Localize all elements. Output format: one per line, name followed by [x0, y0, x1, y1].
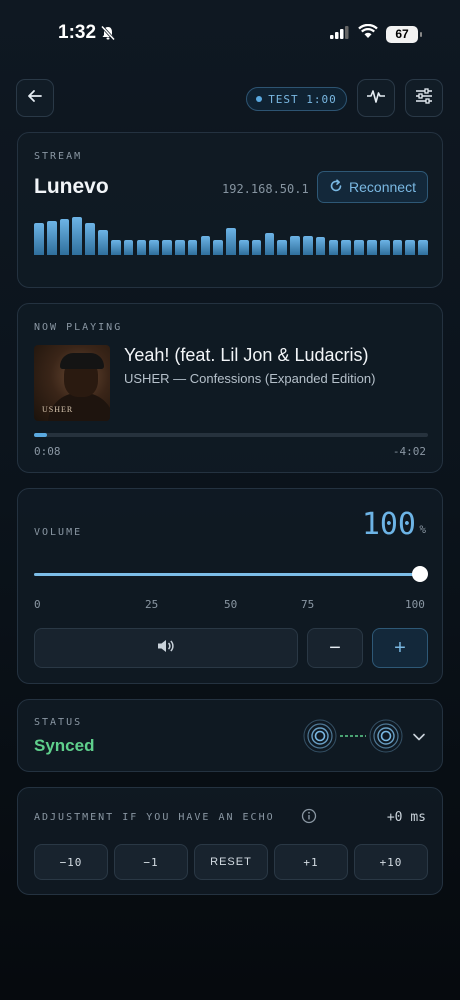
tick-label: 50	[224, 598, 238, 611]
speaker-icon	[156, 637, 176, 660]
level-bar	[315, 237, 326, 255]
song-title: Yeah! (feat. Lil Jon & Ludacris)	[124, 345, 369, 365]
level-bar	[59, 219, 70, 255]
volume-scale: 0 25 50 75 100	[34, 598, 428, 612]
stream-name: Lunevo	[34, 175, 109, 198]
volume-up-button[interactable]: +	[372, 628, 428, 668]
level-bar	[46, 221, 57, 255]
audio-level-meter	[34, 213, 428, 255]
tick-label: 75	[301, 598, 315, 611]
status-bar: 1:32 67	[0, 0, 460, 60]
level-bar	[149, 240, 160, 255]
level-bar	[341, 240, 352, 255]
echo-plus-10-button[interactable]: +10	[354, 844, 428, 880]
level-bar	[251, 240, 262, 255]
level-bar	[379, 240, 390, 255]
echo-plus-1-button[interactable]: +1	[274, 844, 348, 880]
level-bar	[238, 240, 249, 255]
tick-label: 100	[405, 598, 425, 611]
volume-slider-fill	[34, 573, 420, 576]
cellular-signal-icon	[330, 25, 350, 44]
waveform-button[interactable]	[357, 79, 395, 117]
level-bar	[187, 240, 198, 255]
level-bar	[328, 240, 339, 255]
stream-label: STREAM	[34, 151, 83, 162]
echo-minus-10-button[interactable]: −10	[34, 844, 108, 880]
level-bar	[418, 240, 428, 255]
arrow-left-icon	[26, 87, 44, 110]
remaining-time: -4:02	[392, 445, 426, 458]
volume-label: VOLUME	[34, 527, 83, 538]
status-label: STATUS	[34, 717, 83, 728]
level-bar	[392, 240, 403, 255]
sync-status-value: Synced	[34, 736, 95, 755]
mute-button[interactable]	[34, 628, 298, 668]
refresh-icon	[329, 178, 343, 196]
now-playing-card: NOW PLAYING USHER Yeah! (feat. Lil Jon &…	[17, 303, 443, 473]
level-bar	[136, 240, 147, 255]
tick-label: 25	[145, 598, 159, 611]
volume-unit: %	[419, 523, 426, 536]
echo-offset-value: +0 ms	[386, 810, 426, 825]
sync-diagram-icon	[303, 718, 403, 759]
volume-value: 100	[361, 507, 416, 542]
test-timer-badge[interactable]: TEST 1:00	[246, 87, 347, 111]
level-bar	[302, 236, 313, 255]
volume-down-button[interactable]: −	[307, 628, 363, 668]
wifi-icon	[358, 23, 378, 44]
reconnect-label: Reconnect	[349, 179, 416, 195]
level-bar	[213, 240, 224, 255]
echo-label: ADJUSTMENT IF YOU HAVE AN ECHO	[34, 812, 275, 823]
level-bar	[98, 230, 108, 255]
playback-progress-bar[interactable]	[34, 433, 428, 437]
level-bar	[264, 233, 275, 255]
settings-button[interactable]	[405, 79, 443, 117]
now-playing-label: NOW PLAYING	[34, 322, 123, 333]
status-card[interactable]: STATUS Synced	[17, 699, 443, 772]
cover-artist-text: USHER	[42, 405, 74, 414]
level-bar	[162, 240, 172, 255]
level-bar	[277, 240, 288, 255]
bell-muted-icon	[100, 25, 116, 46]
elapsed-time: 0:08	[34, 445, 61, 458]
level-bar	[200, 236, 211, 255]
echo-adjustment-card: ADJUSTMENT IF YOU HAVE AN ECHO +0 ms −10…	[17, 787, 443, 895]
plus-label: +	[394, 636, 406, 659]
info-icon[interactable]	[301, 808, 317, 829]
level-bar	[110, 240, 121, 255]
level-bar	[72, 217, 83, 255]
level-bar	[226, 228, 236, 255]
album-cover: USHER	[34, 345, 110, 421]
song-artist-album: USHER — Confessions (Expanded Edition)	[124, 371, 376, 386]
level-bar	[34, 223, 44, 255]
reconnect-button[interactable]: Reconnect	[317, 171, 428, 203]
test-timer-label: TEST 1:00	[268, 92, 337, 106]
tick-label: 0	[34, 598, 41, 611]
level-bar	[367, 240, 377, 255]
level-bar	[174, 240, 185, 255]
cover-figure-cap	[60, 353, 104, 369]
battery-indicator: 67	[386, 25, 422, 43]
back-button[interactable]	[16, 79, 54, 117]
status-dot-icon	[256, 96, 263, 102]
echo-reset-button[interactable]: RESET	[194, 844, 268, 880]
level-bar	[85, 223, 95, 255]
level-bar	[354, 240, 364, 255]
level-bar	[405, 240, 416, 255]
volume-slider-thumb[interactable]	[412, 566, 428, 582]
volume-slider[interactable]	[34, 573, 420, 576]
status-time: 1:32	[58, 22, 97, 43]
volume-card: VOLUME 100 % 0 25 50 75 100 − +	[17, 488, 443, 684]
stream-ip: 192.168.50.1	[222, 182, 309, 196]
minus-label: −	[329, 636, 341, 659]
pulse-icon	[366, 87, 386, 110]
playback-progress-fill	[34, 433, 47, 437]
level-bar	[123, 240, 134, 255]
echo-minus-1-button[interactable]: −1	[114, 844, 188, 880]
chevron-down-icon[interactable]	[412, 729, 426, 747]
sliders-icon	[414, 87, 434, 110]
stream-card: STREAM Lunevo 192.168.50.1 Reconnect	[17, 132, 443, 288]
level-bar	[290, 236, 300, 255]
